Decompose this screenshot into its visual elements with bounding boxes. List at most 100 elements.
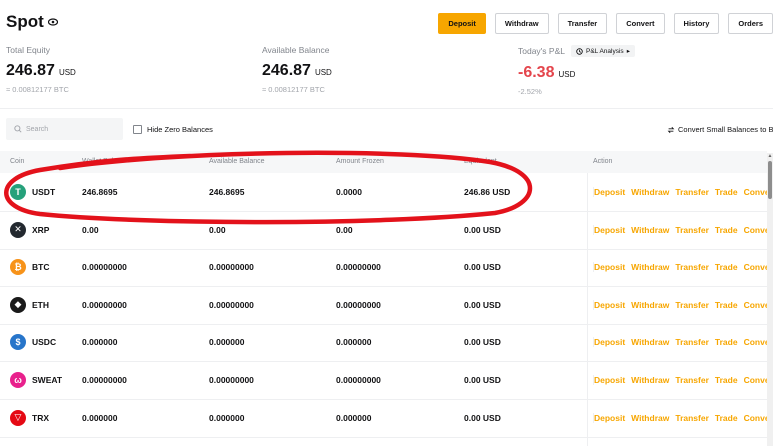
row-actions: Deposit Withdraw Transfer Trade Convert [593,299,773,310]
search-input[interactable]: Search [6,118,123,140]
coin-name: USDT [32,187,56,197]
top-action-buttons: Deposit Withdraw Transfer Convert Histor… [438,13,773,34]
coin-cell: ◆ ETH [10,296,49,313]
tether-icon: T [10,184,26,200]
section-divider [0,108,773,109]
row-withdraw-link[interactable]: Withdraw [631,262,669,272]
column-amount-frozen: Amount Frozen [336,158,384,165]
row-withdraw-link[interactable]: Withdraw [631,375,669,385]
amount-frozen-cell: 0.00 [336,224,353,235]
withdraw-button[interactable]: Withdraw [494,13,549,34]
scrollbar[interactable]: ▲ [767,153,773,446]
deposit-button[interactable]: Deposit [438,13,486,34]
convert-button[interactable]: Convert [616,13,665,34]
row-deposit-link[interactable]: Deposit [594,413,625,423]
row-deposit-link[interactable]: Deposit [594,337,625,347]
row-transfer-link[interactable]: Transfer [675,337,709,347]
equivalent-cell: 0.00 USD [464,262,501,273]
sweat-icon: ω [10,372,26,388]
row-deposit-link[interactable]: Deposit [594,375,625,385]
row-actions: Deposit Withdraw Transfer Trade Convert [593,337,773,348]
coin-cell: ✕ XRP [10,221,49,238]
transfer-button[interactable]: Transfer [557,13,608,34]
table-row: ◆ ETH 0.00000000 0.00000000 0.00000000 0.00 U… [0,286,773,325]
row-transfer-link[interactable]: Transfer [675,225,709,235]
search-icon [14,125,22,133]
column-coin: Coin [10,158,25,165]
pnl-label: Today's P&L [518,46,565,56]
available-balance-value: 246.87 [262,62,311,79]
row-trade-link[interactable]: Trade [715,225,738,235]
row-trade-link[interactable]: Trade [715,187,738,197]
row-transfer-link[interactable]: Transfer [675,300,709,310]
row-trade-link[interactable]: Trade [715,262,738,272]
amount-frozen-cell: 0.000000 [336,337,372,348]
row-transfer-link[interactable]: Transfer [675,187,709,197]
wallet-balance-cell: 0.00000000 [82,299,127,310]
scrollbar-thumb[interactable] [768,161,772,199]
coin-name: TRX [32,412,49,423]
wallet-balance-cell: 0.000000 [82,337,118,348]
pnl-percent: -2.52% [518,87,542,96]
available-balance-currency: USD [314,68,332,77]
amount-frozen-cell: 0.00000000 [336,299,381,310]
pnl-analysis-button[interactable]: P&L Analysis ▸ [570,45,635,57]
table-row: ✕ XRP 0.00 0.00 0.00 0.00 USD Deposit Withdraw T… [0,211,773,250]
hide-zero-balances[interactable]: Hide Zero Balances [133,125,213,134]
row-actions: Deposit Withdraw Transfer Trade Convert [593,187,773,197]
table-row: ₿ BTC 0.00000000 0.00000000 0.00000000 0.00 U… [0,248,773,288]
history-button[interactable]: History [673,13,720,34]
available-balance-cell: 0.000000 [209,337,245,348]
coin-name: SWEAT [32,375,63,385]
convert-icon [667,126,675,133]
row-trade-link[interactable]: Trade [715,413,738,423]
row-trade-link[interactable]: Trade [715,337,738,347]
column-action: Action [593,158,613,165]
row-deposit-link[interactable]: Deposit [594,262,625,272]
row-trade-link[interactable]: Trade [715,375,738,385]
equivalent-cell: 0.00 USD [464,299,501,310]
coin-name: USDC [32,337,57,348]
amount-frozen-cell: 0.00000000 [336,375,381,385]
total-equity: Total Equity 246.87 USD ≈ 0.00812177 BTC [6,45,76,94]
row-deposit-link[interactable]: Deposit [594,187,625,197]
total-equity-label: Total Equity [6,45,50,55]
todays-pnl: Today's P&L P&L Analysis ▸ -6.38 USD -2.… [518,45,635,96]
row-withdraw-link[interactable]: Withdraw [631,225,669,235]
row-withdraw-link[interactable]: Withdraw [631,300,669,310]
row-transfer-link[interactable]: Transfer [675,413,709,423]
available-balance-cell: 0.00000000 [209,262,254,273]
available-balance-btc: ≈ 0.00812177 BTC [262,85,325,94]
row-actions: Deposit Withdraw Transfer Trade Convert [593,262,773,273]
hide-zero-checkbox[interactable] [133,125,142,134]
orders-button[interactable]: Orders [728,13,773,34]
tron-icon: ▽ [10,409,26,426]
coin-name: BTC [32,262,50,273]
row-withdraw-link[interactable]: Withdraw [631,187,669,197]
available-balance-cell: 0.00000000 [209,375,254,385]
amount-frozen-cell: 0.0000 [336,187,362,197]
row-trade-link[interactable]: Trade [715,300,738,310]
convert-small-balances-link[interactable]: Convert Small Balances to BIT [667,125,773,134]
coin-cell: ▽ TRX [10,409,49,426]
row-transfer-link[interactable]: Transfer [675,375,709,385]
table-row: ω SWEAT 0.00000000 0.00000000 0.00000000 0.00… [0,361,773,400]
scroll-up-icon[interactable]: ▲ [767,153,773,159]
row-deposit-link[interactable]: Deposit [594,300,625,310]
row-withdraw-link[interactable]: Withdraw [631,337,669,347]
total-equity-btc: ≈ 0.00812177 BTC [6,85,69,94]
wallet-balance-cell: 0.00000000 [82,375,127,385]
clock-icon [576,47,583,55]
equivalent-cell: 246.86 USD [464,187,511,197]
available-balance-cell: 0.00 [209,224,226,235]
column-wallet-balance: Wallet Bal [82,158,114,165]
total-equity-currency: USD [58,68,76,77]
wallet-balance-cell: 246.8695 [82,187,118,197]
row-withdraw-link[interactable]: Withdraw [631,413,669,423]
available-balance-cell: 0.00000000 [209,299,254,310]
eye-icon[interactable] [47,18,58,26]
row-transfer-link[interactable]: Transfer [675,262,709,272]
total-equity-value: 246.87 [6,62,55,79]
row-deposit-link[interactable]: Deposit [594,225,625,235]
search-placeholder: Search [26,125,49,133]
